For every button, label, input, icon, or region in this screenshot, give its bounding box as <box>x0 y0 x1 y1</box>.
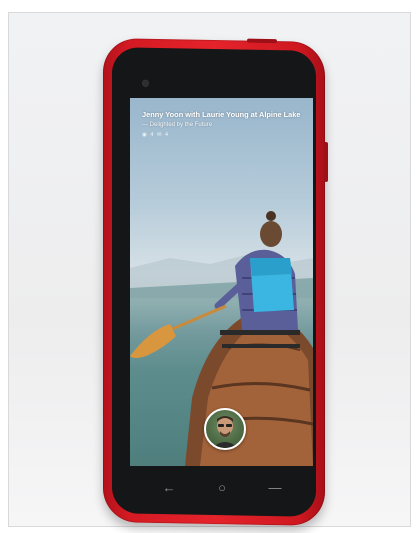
menu-dash-icon[interactable]: — <box>260 476 290 500</box>
volume-button <box>324 141 328 182</box>
photo-likes-comments: ◉ 4 ✉ 4 <box>142 132 170 138</box>
phone-nav-bar: ← ○ — <box>130 466 313 514</box>
front-camera <box>142 79 149 87</box>
profile-avatar-icon[interactable] <box>204 408 246 450</box>
home-icon[interactable]: ○ <box>207 476 237 500</box>
avatar-face <box>212 416 238 448</box>
photo-caption-subtitle: — Delighted by the Future <box>142 122 213 128</box>
power-button <box>247 38 277 44</box>
photo-caption-title: Jenny Yoon with Laurie Young at Alpine L… <box>142 110 301 119</box>
back-arrow-icon[interactable]: ← <box>154 476 184 500</box>
